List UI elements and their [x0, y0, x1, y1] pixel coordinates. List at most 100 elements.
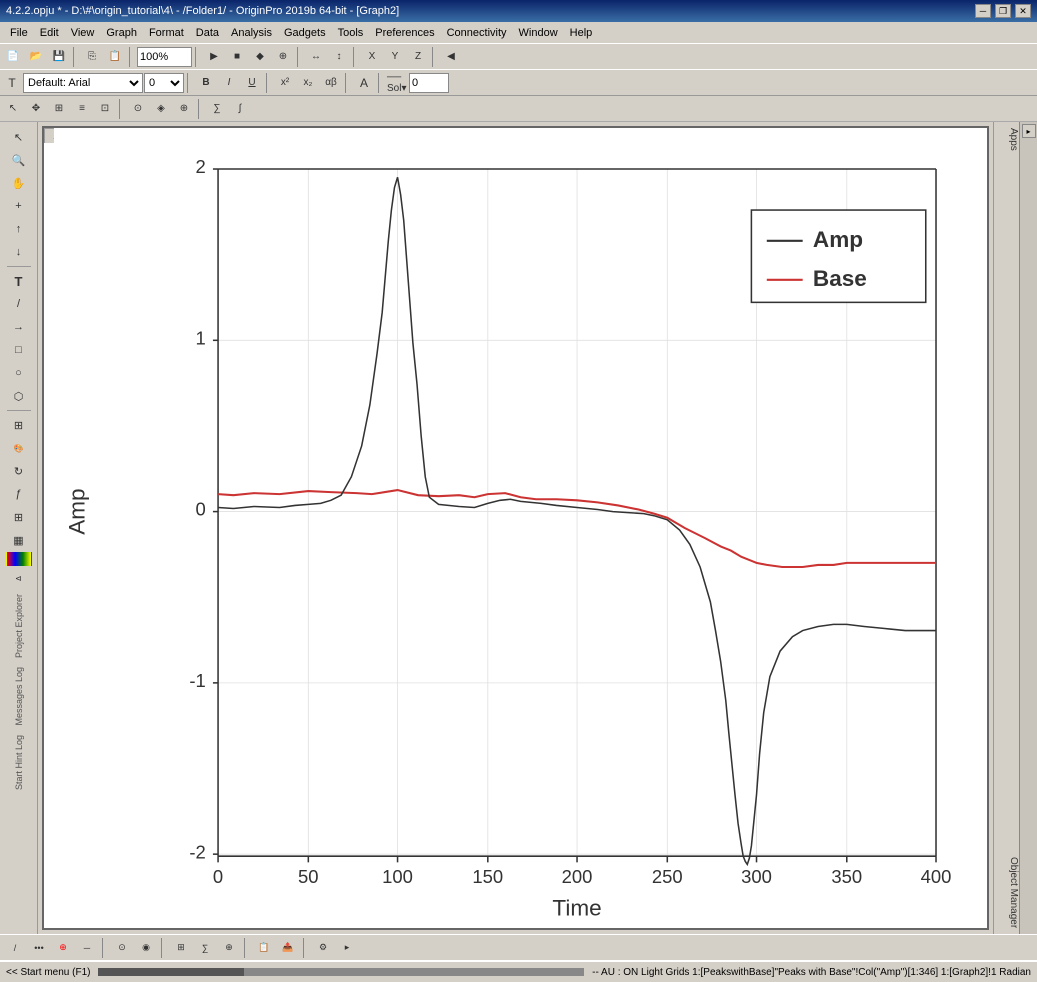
- bt4[interactable]: ─: [76, 937, 98, 959]
- bt12[interactable]: ⚙: [312, 937, 334, 959]
- sep-r2: [198, 99, 203, 119]
- svg-text:Time: Time: [552, 896, 601, 921]
- line-width-input[interactable]: [409, 73, 449, 93]
- expand-tool[interactable]: ⊲: [5, 567, 33, 589]
- menu-tools[interactable]: Tools: [332, 25, 370, 41]
- far-right-panel: ▸: [1019, 122, 1037, 934]
- alpha-btn[interactable]: αβ: [320, 72, 342, 94]
- tb-btn-h[interactable]: Y: [384, 46, 406, 68]
- bold-btn[interactable]: B: [195, 72, 217, 94]
- color-map-tool[interactable]: 🎨: [5, 437, 33, 459]
- text-tool[interactable]: T: [5, 270, 33, 292]
- menu-graph[interactable]: Graph: [100, 25, 143, 41]
- region-tool[interactable]: ⊞: [5, 414, 33, 436]
- bt1[interactable]: /: [4, 937, 26, 959]
- menu-help[interactable]: Help: [564, 25, 599, 41]
- svg-text:Amp: Amp: [813, 227, 863, 252]
- polygon-tool[interactable]: ⬡: [5, 385, 33, 407]
- bt7[interactable]: ⊞: [170, 937, 192, 959]
- tb-btn-d[interactable]: ⊕: [272, 46, 294, 68]
- bt10[interactable]: 📋: [253, 937, 275, 959]
- menu-window[interactable]: Window: [513, 25, 564, 41]
- close-button[interactable]: ✕: [1015, 4, 1031, 18]
- line-style-btn[interactable]: ── Sol▾: [386, 72, 408, 94]
- bt6[interactable]: ◉: [135, 937, 157, 959]
- tb-btn-c[interactable]: ◆: [249, 46, 271, 68]
- tb-btn-e[interactable]: ↔: [305, 46, 327, 68]
- bt13[interactable]: ▸: [336, 937, 358, 959]
- table-tool[interactable]: ▦: [5, 529, 33, 551]
- tb-btn-f[interactable]: ↕: [328, 46, 350, 68]
- down-tool[interactable]: ↓: [5, 241, 33, 263]
- menu-edit[interactable]: Edit: [34, 25, 65, 41]
- tool8[interactable]: ⊕: [173, 98, 195, 120]
- status-bar: << Start menu (F1) -- AU : ON Light Grid…: [0, 960, 1037, 982]
- copy-btn[interactable]: ⎘: [81, 46, 103, 68]
- grid-tool[interactable]: ⊞: [5, 506, 33, 528]
- tool4[interactable]: ≡: [71, 98, 93, 120]
- sidebar-sep2: [7, 410, 31, 411]
- restore-button[interactable]: ❐: [995, 4, 1011, 18]
- svg-text:Base: Base: [813, 266, 867, 291]
- arrow-tool[interactable]: →: [5, 316, 33, 338]
- bt8[interactable]: ∑: [194, 937, 216, 959]
- menu-analysis[interactable]: Analysis: [225, 25, 278, 41]
- bt5[interactable]: ⊙: [111, 937, 133, 959]
- underline-btn[interactable]: U: [241, 72, 263, 94]
- tool2[interactable]: ✥: [25, 98, 47, 120]
- format-toolbar: T Default: Arial 0 B I U x² x₂ αβ A ── S…: [0, 70, 1037, 96]
- italic-btn[interactable]: I: [218, 72, 240, 94]
- new-btn[interactable]: 📄: [2, 46, 24, 68]
- menu-file[interactable]: File: [4, 25, 34, 41]
- tb-btn-i[interactable]: Z: [407, 46, 429, 68]
- tb-btn-b[interactable]: ■: [226, 46, 248, 68]
- bt2[interactable]: •••: [28, 937, 50, 959]
- menu-gadgets[interactable]: Gadgets: [278, 25, 332, 41]
- graph-window[interactable]: 1: [42, 126, 989, 930]
- formula-tool[interactable]: ƒ: [5, 483, 33, 505]
- pointer-tool[interactable]: ↖: [5, 126, 33, 148]
- bt9[interactable]: ⊕: [218, 937, 240, 959]
- bt3[interactable]: ⊕: [52, 937, 74, 959]
- tool7[interactable]: ◈: [150, 98, 172, 120]
- open-btn[interactable]: 📂: [25, 46, 47, 68]
- tb-btn-a[interactable]: ▶: [203, 46, 225, 68]
- menu-connectivity[interactable]: Connectivity: [441, 25, 513, 41]
- circle-tool[interactable]: ○: [5, 362, 33, 384]
- up-tool[interactable]: ↑: [5, 218, 33, 240]
- superscript-btn[interactable]: x²: [274, 72, 296, 94]
- tool3[interactable]: ⊞: [48, 98, 70, 120]
- save-btn[interactable]: 💾: [48, 46, 70, 68]
- tool9[interactable]: ∑: [206, 98, 228, 120]
- panel-toggle-btn[interactable]: ▸: [1022, 124, 1036, 138]
- cross-tool[interactable]: +: [5, 195, 33, 217]
- menu-format[interactable]: Format: [143, 25, 190, 41]
- bt11[interactable]: 📤: [277, 937, 299, 959]
- tool5[interactable]: ⊡: [94, 98, 116, 120]
- title-text: 4.2.2.opju * - D:\#\origin_tutorial\4\ -…: [6, 5, 399, 17]
- rect-tool[interactable]: □: [5, 339, 33, 361]
- 3d-rotate-tool[interactable]: ↻: [5, 460, 33, 482]
- pan-tool[interactable]: ✋: [5, 172, 33, 194]
- zoom-input[interactable]: [137, 47, 192, 67]
- fmt-text-btn[interactable]: T: [2, 72, 22, 94]
- paste-btn[interactable]: 📋: [104, 46, 126, 68]
- color-btn[interactable]: A: [353, 72, 375, 94]
- font-size-select[interactable]: 0: [144, 73, 184, 93]
- sep-fmt3: [345, 73, 350, 93]
- menu-preferences[interactable]: Preferences: [369, 25, 440, 41]
- tb-btn-j[interactable]: ◀: [440, 46, 462, 68]
- subscript-btn[interactable]: x₂: [297, 72, 319, 94]
- minimize-button[interactable]: ─: [975, 4, 991, 18]
- tool10[interactable]: ∫: [229, 98, 251, 120]
- menu-data[interactable]: Data: [190, 25, 225, 41]
- line-tool[interactable]: /: [5, 293, 33, 315]
- object-manager-label: Object Manager: [994, 857, 1019, 928]
- zoom-tool[interactable]: 🔍: [5, 149, 33, 171]
- svg-text:150: 150: [472, 866, 503, 887]
- tool6[interactable]: ⊙: [127, 98, 149, 120]
- tool1[interactable]: ↖: [2, 98, 24, 120]
- font-name-select[interactable]: Default: Arial: [23, 73, 143, 93]
- menu-view[interactable]: View: [65, 25, 101, 41]
- tb-btn-g[interactable]: X: [361, 46, 383, 68]
